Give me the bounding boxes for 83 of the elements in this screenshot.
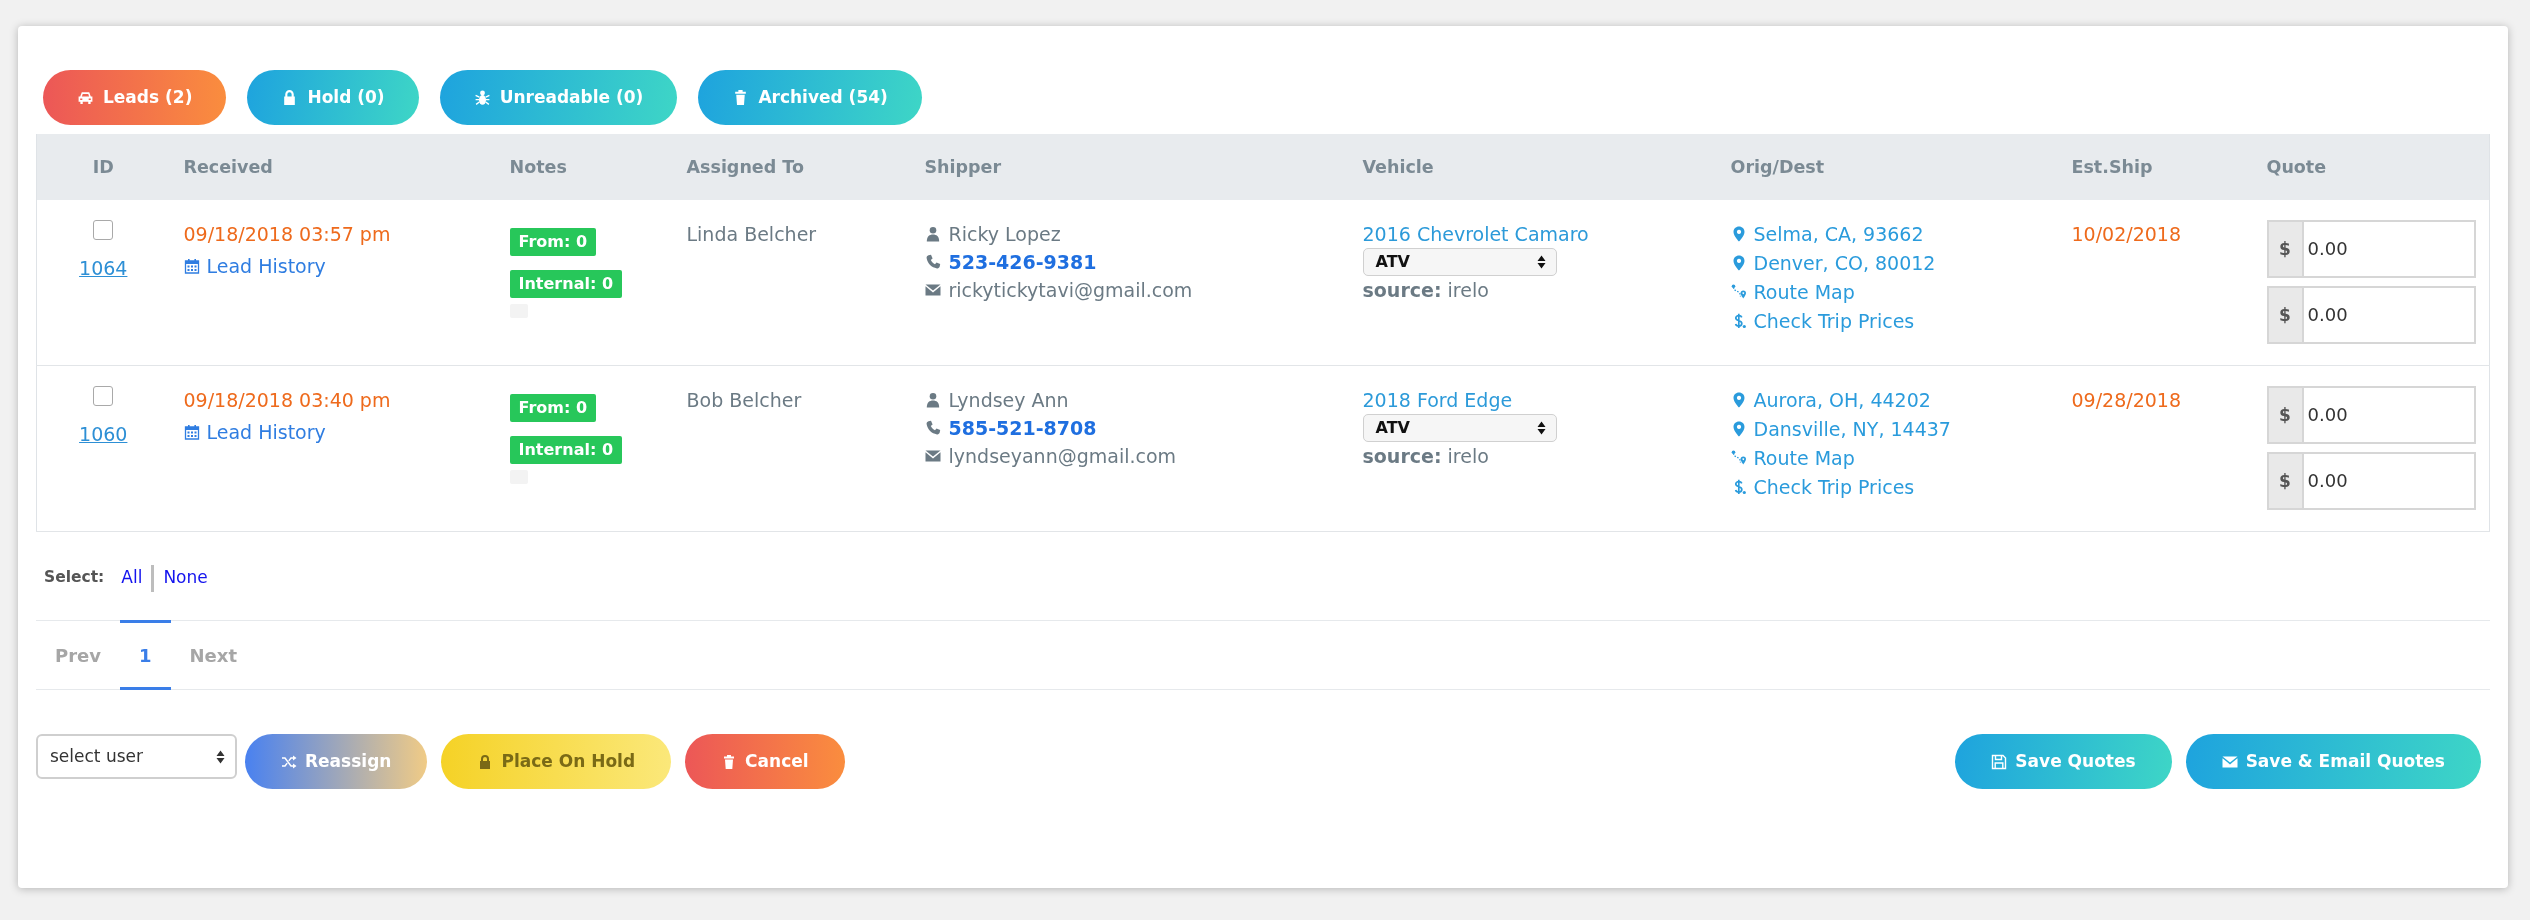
quote-input[interactable]: 0.00 [2301,452,2476,510]
save-quotes-button[interactable]: Save Quotes [1955,734,2172,789]
quote-input[interactable]: 0.00 [2301,220,2476,278]
row-checkbox[interactable] [93,386,114,406]
person-icon [924,392,941,408]
origin-link[interactable]: Selma, CA, 93662 [1730,220,1924,248]
status-tab[interactable]: Leads (2) [43,70,227,125]
trip-prices-link[interactable]: Check Trip Prices [1730,307,1915,335]
column-header: Orig/Dest [1716,134,2058,200]
column-header: Received [169,134,496,200]
hold-button[interactable]: Place On Hold [441,734,672,789]
currency-addon: $ [2266,286,2302,344]
vehicle-link[interactable]: 2016 Chevrolet Camaro [1362,223,1589,245]
bug-icon [473,89,491,106]
received-date: 09/18/2018 03:40 pm [183,389,391,411]
status-tab[interactable]: Archived (54) [698,70,922,125]
envelope-icon [924,282,941,298]
route-icon [1730,450,1747,466]
column-header: Quote [2252,134,2490,200]
email-address: rickytickytavi@gmail.com [948,278,1193,303]
calendar-icon [183,424,200,440]
est-ship-date: 10/02/2018 [2071,223,2181,245]
destination-link[interactable]: Denver, CO, 80012 [1730,249,1936,277]
phone-icon [924,254,941,270]
envelope-icon [924,448,941,464]
route-icon [1730,284,1747,300]
phone-link[interactable]: 585-521-8708 [948,414,1097,442]
select-link[interactable]: All [121,565,143,591]
phone-link[interactable]: 523-426-9381 [948,248,1097,276]
page-link[interactable]: 1 [120,620,171,690]
trip-prices-link[interactable]: Check Trip Prices [1730,473,1915,501]
column-header: Shipper [910,134,1349,200]
column-header: Est.Ship [2057,134,2253,200]
shipper-name: Ricky Lopez [948,222,1061,247]
assignee-name: Linda Belcher [686,223,817,245]
currency-addon: $ [2266,220,2302,278]
quote-input[interactable]: 0.00 [2301,286,2476,344]
received-date: 09/18/2018 03:57 pm [183,223,391,245]
sort-caret-icon [1536,255,1546,269]
route-map-link[interactable]: Route Map [1730,278,1855,306]
car-icon [77,89,94,106]
column-header: ID [36,134,170,200]
note-count-badge: From: 0 [509,394,597,422]
status-tab[interactable]: Unreadable (0) [439,70,678,125]
lead-history-link[interactable]: Lead History [183,252,326,280]
destination-link[interactable]: Dansville, NY, 14437 [1730,415,1951,443]
cancel-button[interactable]: Cancel [685,734,845,789]
vehicle-link[interactable]: 2018 Ford Edge [1362,389,1513,411]
reassign-button[interactable]: Reassign [245,734,428,789]
save-email-button[interactable]: Save & Email Quotes [2185,734,2481,789]
person-icon [924,226,941,242]
vehicle-source: source: irelo [1362,279,1489,301]
note-count-badge: Internal: 0 [509,436,622,464]
sort-caret-icon [216,749,225,764]
currency-addon: $ [2266,452,2302,510]
lead-history-link[interactable]: Lead History [183,418,326,446]
select-link[interactable]: None [163,565,208,591]
currency-addon: $ [2266,386,2302,444]
email-address: lyndseyann@gmail.com [948,444,1177,469]
note-count-badge: Internal: 0 [509,270,622,298]
route-map-link[interactable]: Route Map [1730,444,1855,472]
shipper-name: Lyndsey Ann [948,388,1069,413]
lead-id-link[interactable]: 1060 [79,423,128,445]
vehicle-source: source: irelo [1362,445,1489,467]
row-checkbox[interactable] [93,220,114,240]
quote-input[interactable]: 0.00 [2301,386,2476,444]
est-ship-date: 09/28/2018 [2071,389,2181,411]
column-header: Notes [495,134,673,200]
vehicle-type-select[interactable]: ATV [1362,414,1557,442]
user-select[interactable]: select user [36,734,237,779]
status-tab[interactable]: Hold (0) [247,70,419,125]
column-header: Assigned To [672,134,911,200]
assignee-name: Bob Belcher [686,389,802,411]
shuffle-icon [281,753,297,770]
vehicle-type-select[interactable]: ATV [1362,248,1557,276]
phone-icon [924,420,941,436]
select-label: Select: [44,567,105,589]
lead-id-link[interactable]: 1064 [79,257,128,279]
calendar-icon [183,258,200,274]
column-header: Vehicle [1348,134,1717,200]
origin-link[interactable]: Aurora, OH, 44202 [1730,386,1931,414]
note-count-badge: From: 0 [509,228,597,256]
sort-caret-icon [1536,421,1546,435]
